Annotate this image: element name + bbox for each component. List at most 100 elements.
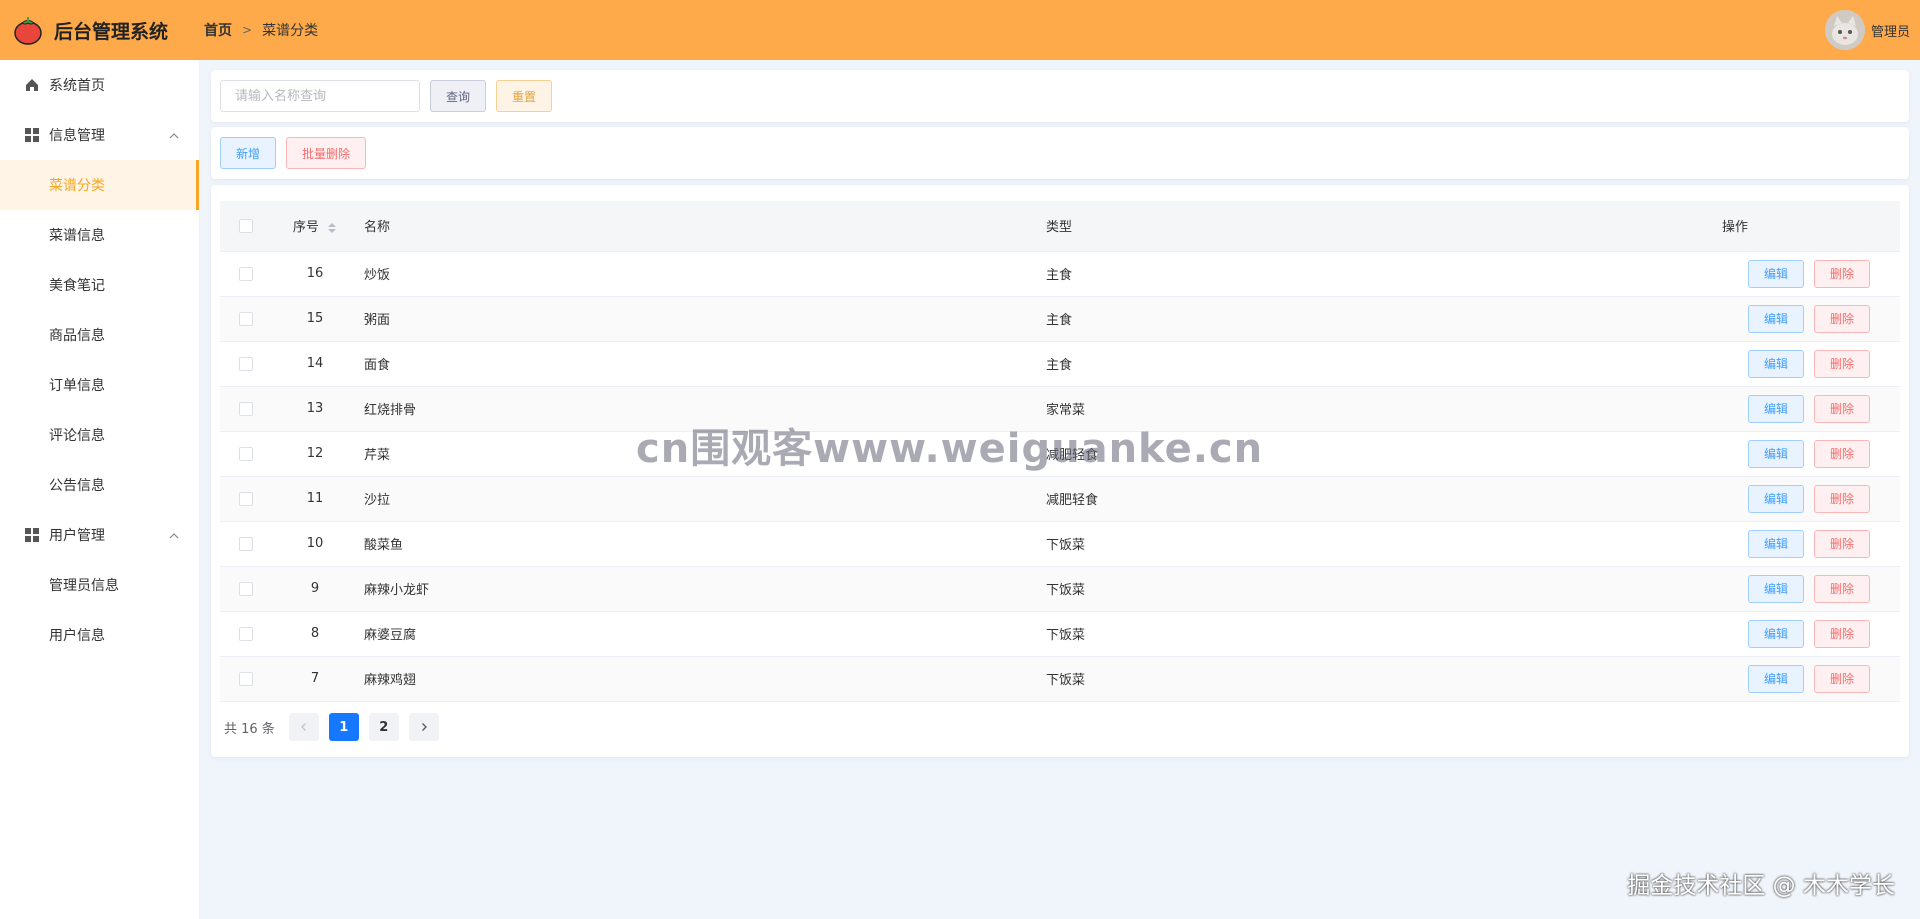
row-name: 粥面 bbox=[358, 296, 1040, 342]
reset-button[interactable]: 重置 bbox=[496, 80, 552, 112]
sidebar-item-products[interactable]: 商品信息 bbox=[0, 310, 199, 360]
sidebar-item-label: 系统首页 bbox=[49, 78, 105, 94]
select-all-checkbox[interactable] bbox=[239, 218, 253, 233]
edit-button[interactable]: 编辑 bbox=[1748, 259, 1804, 288]
row-checkbox[interactable] bbox=[239, 671, 253, 686]
row-index: 10 bbox=[272, 521, 358, 567]
home-icon bbox=[24, 77, 40, 93]
row-select[interactable] bbox=[220, 431, 272, 477]
row-type: 下饭菜 bbox=[1040, 611, 1570, 657]
row-checkbox[interactable] bbox=[239, 491, 253, 506]
sort-icon[interactable] bbox=[327, 221, 337, 235]
edit-button[interactable]: 编辑 bbox=[1748, 484, 1804, 513]
query-button[interactable]: 查询 bbox=[430, 80, 486, 112]
row-checkbox[interactable] bbox=[239, 356, 253, 371]
edit-button[interactable]: 编辑 bbox=[1748, 619, 1804, 648]
row-type: 减肥轻食 bbox=[1040, 431, 1570, 477]
delete-button[interactable]: 删除 bbox=[1814, 619, 1870, 648]
batch-delete-button[interactable]: 批量删除 bbox=[286, 137, 366, 169]
row-select[interactable] bbox=[220, 566, 272, 612]
chevron-right-icon: > bbox=[242, 23, 253, 37]
row-select[interactable] bbox=[220, 611, 272, 657]
row-name: 酸菜鱼 bbox=[358, 521, 1040, 567]
breadcrumb-current: 菜谱分类 bbox=[262, 23, 319, 39]
row-checkbox[interactable] bbox=[239, 401, 253, 416]
row-checkbox[interactable] bbox=[239, 446, 253, 461]
sidebar-item-food-notes[interactable]: 美食笔记 bbox=[0, 260, 199, 310]
chevron-up-icon bbox=[169, 529, 179, 539]
sidebar-item-users[interactable]: 用户信息 bbox=[0, 610, 199, 660]
row-actions: 编辑 删除 bbox=[1570, 431, 1900, 477]
chevron-right-icon bbox=[421, 723, 427, 731]
row-select[interactable] bbox=[220, 251, 272, 297]
row-select[interactable] bbox=[220, 386, 272, 432]
edit-button[interactable]: 编辑 bbox=[1748, 304, 1804, 333]
row-select[interactable] bbox=[220, 296, 272, 342]
sidebar-item-orders[interactable]: 订单信息 bbox=[0, 360, 199, 410]
row-select[interactable] bbox=[220, 476, 272, 522]
row-name: 麻辣小龙虾 bbox=[358, 566, 1040, 612]
row-index: 11 bbox=[272, 476, 358, 522]
user-menu[interactable]: 管理员 bbox=[1824, 10, 1910, 50]
delete-button[interactable]: 删除 bbox=[1814, 529, 1870, 558]
grid-icon bbox=[24, 127, 40, 143]
row-select[interactable] bbox=[220, 341, 272, 387]
sidebar-item-comments[interactable]: 评论信息 bbox=[0, 410, 199, 460]
delete-button[interactable]: 删除 bbox=[1814, 484, 1870, 513]
row-actions: 编辑 删除 bbox=[1570, 251, 1900, 297]
header-select-all[interactable] bbox=[220, 201, 272, 252]
row-actions: 编辑 删除 bbox=[1570, 611, 1900, 657]
row-checkbox[interactable] bbox=[239, 266, 253, 281]
breadcrumb-home[interactable]: 首页 bbox=[204, 20, 232, 40]
page-button-2[interactable]: 2 bbox=[368, 713, 399, 741]
table-row: 16 炒饭 主食 编辑 删除 bbox=[220, 251, 1900, 297]
row-name: 麻婆豆腐 bbox=[358, 611, 1040, 657]
category-table: 序号 名称 类型 操作 16 炒饭 主食 编辑 删除 15 粥面 主食 编辑 删除 14 面食 主食 编辑… bbox=[220, 201, 1900, 702]
avatar[interactable] bbox=[1824, 10, 1865, 50]
row-name: 红烧排骨 bbox=[358, 386, 1040, 432]
delete-button[interactable]: 删除 bbox=[1814, 394, 1870, 423]
prev-page-button[interactable] bbox=[288, 713, 319, 741]
edit-button[interactable]: 编辑 bbox=[1748, 574, 1804, 603]
edit-button[interactable]: 编辑 bbox=[1748, 394, 1804, 423]
sidebar-group-info[interactable]: 信息管理 bbox=[0, 110, 199, 160]
top-header: 后台管理系统 首页 > 菜谱分类 管理员 bbox=[0, 0, 1920, 60]
row-actions: 编辑 删除 bbox=[1570, 296, 1900, 342]
page-button-1[interactable]: 1 bbox=[328, 713, 359, 741]
delete-button[interactable]: 删除 bbox=[1814, 259, 1870, 288]
row-name: 芹菜 bbox=[358, 431, 1040, 477]
sidebar-item-notices[interactable]: 公告信息 bbox=[0, 460, 199, 510]
edit-button[interactable]: 编辑 bbox=[1748, 529, 1804, 558]
row-type: 主食 bbox=[1040, 341, 1570, 387]
next-page-button[interactable] bbox=[408, 713, 439, 741]
row-checkbox[interactable] bbox=[239, 626, 253, 641]
delete-button[interactable]: 删除 bbox=[1814, 439, 1870, 468]
row-checkbox[interactable] bbox=[239, 581, 253, 596]
row-index: 13 bbox=[272, 386, 358, 432]
delete-button[interactable]: 删除 bbox=[1814, 574, 1870, 603]
edit-button[interactable]: 编辑 bbox=[1748, 439, 1804, 468]
delete-button[interactable]: 删除 bbox=[1814, 349, 1870, 378]
row-select[interactable] bbox=[220, 521, 272, 567]
delete-button[interactable]: 删除 bbox=[1814, 304, 1870, 333]
sidebar-item-home[interactable]: 系统首页 bbox=[0, 60, 199, 110]
row-actions: 编辑 删除 bbox=[1570, 521, 1900, 567]
sidebar-item-recipe-info[interactable]: 菜谱信息 bbox=[0, 210, 199, 260]
edit-button[interactable]: 编辑 bbox=[1748, 349, 1804, 378]
search-input[interactable] bbox=[220, 80, 420, 112]
table-row: 8 麻婆豆腐 下饭菜 编辑 删除 bbox=[220, 611, 1900, 657]
sidebar-item-recipe-category[interactable]: 菜谱分类 bbox=[0, 160, 199, 210]
sidebar-group-users[interactable]: 用户管理 bbox=[0, 510, 199, 560]
chevron-up-icon bbox=[169, 129, 179, 139]
row-checkbox[interactable] bbox=[239, 536, 253, 551]
user-name[interactable]: 管理员 bbox=[1871, 21, 1910, 40]
row-actions: 编辑 删除 bbox=[1570, 341, 1900, 387]
sidebar-item-admins[interactable]: 管理员信息 bbox=[0, 560, 199, 610]
add-button[interactable]: 新增 bbox=[220, 137, 276, 169]
row-checkbox[interactable] bbox=[239, 311, 253, 326]
edit-button[interactable]: 编辑 bbox=[1748, 664, 1804, 693]
header-index[interactable]: 序号 bbox=[272, 201, 358, 252]
table-row: 11 沙拉 减肥轻食 编辑 删除 bbox=[220, 476, 1900, 522]
delete-button[interactable]: 删除 bbox=[1814, 664, 1870, 693]
row-select[interactable] bbox=[220, 656, 272, 702]
